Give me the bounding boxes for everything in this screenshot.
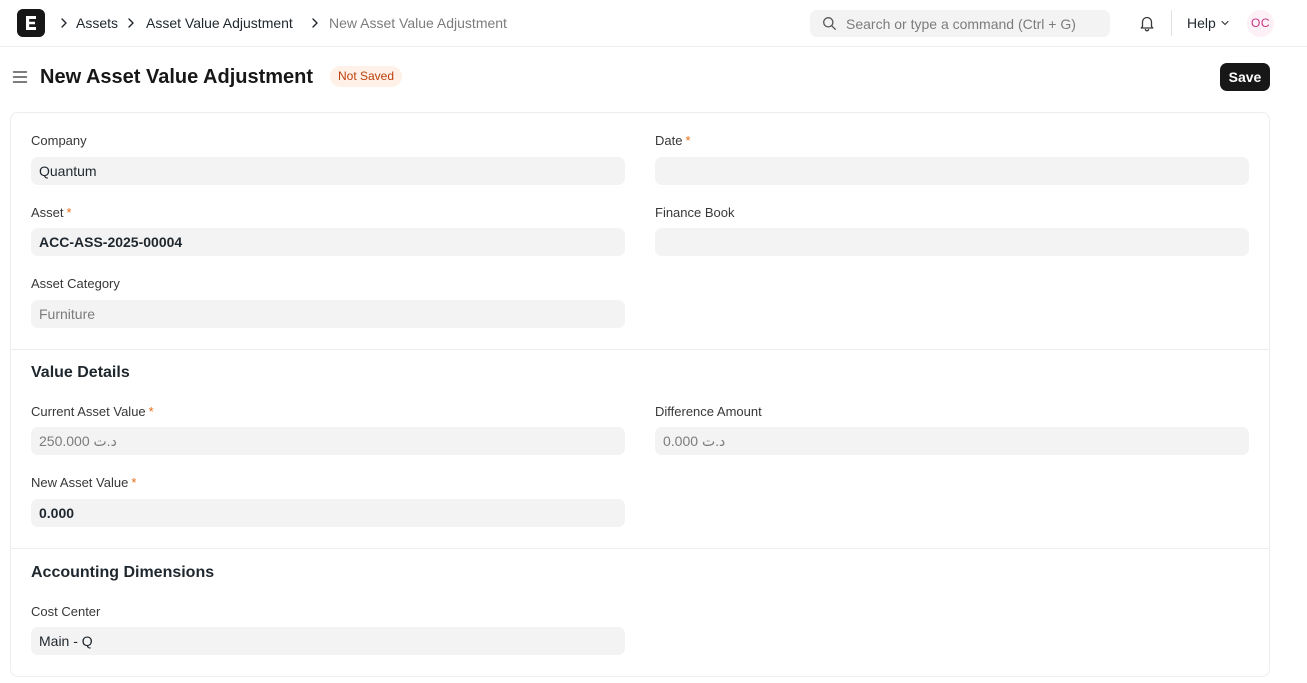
current-asset-value-label: Current Asset Value *: [31, 404, 154, 419]
section-divider: [11, 349, 1269, 350]
app-logo[interactable]: [17, 9, 45, 37]
asset-category-label: Asset Category: [31, 276, 120, 291]
top-navbar: Assets Asset Value Adjustment New Asset …: [0, 0, 1307, 47]
difference-amount-label: Difference Amount: [655, 404, 762, 419]
status-badge: Not Saved: [330, 66, 403, 87]
accounting-dimensions-heading: Accounting Dimensions: [31, 564, 215, 581]
chevron-right-icon: [312, 18, 318, 28]
navbar-divider: [1171, 10, 1172, 36]
save-button[interactable]: Save: [1220, 63, 1270, 91]
cost-center-label: Cost Center: [31, 604, 101, 619]
search-bar[interactable]: [810, 10, 1110, 37]
finance-book-field[interactable]: [655, 228, 1249, 256]
chevron-right-icon: [128, 18, 134, 28]
company-label: Company: [31, 133, 87, 148]
asset-label: Asset *: [31, 205, 72, 220]
value-details-heading: Value Details: [31, 364, 130, 381]
required-mark: *: [148, 404, 154, 419]
new-asset-value-field[interactable]: 0.000: [31, 499, 625, 527]
user-avatar[interactable]: OC: [1247, 10, 1274, 37]
form-card: Company Quantum Date * Asset * ACC-ASS-202…: [10, 112, 1270, 677]
breadcrumb-assets[interactable]: Assets: [76, 15, 118, 32]
breadcrumb-current: New Asset Value Adjustment: [329, 15, 507, 31]
required-mark: *: [66, 205, 72, 220]
breadcrumb-asset-value-adjustment[interactable]: Asset Value Adjustment: [146, 15, 293, 32]
section-divider: [11, 548, 1269, 549]
sidebar-toggle-icon[interactable]: [12, 69, 28, 85]
company-field[interactable]: Quantum: [31, 157, 625, 185]
search-input[interactable]: [846, 10, 1102, 37]
frappe-logo-icon: [26, 16, 36, 30]
bell-icon[interactable]: [1138, 14, 1156, 32]
help-menu[interactable]: Help: [1187, 15, 1216, 32]
finance-book-label: Finance Book: [655, 205, 735, 220]
page-title: New Asset Value Adjustment: [40, 66, 314, 88]
asset-field[interactable]: ACC-ASS-2025-00004: [31, 228, 625, 256]
chevron-down-icon[interactable]: [1220, 18, 1230, 28]
required-mark: *: [685, 133, 691, 148]
date-field[interactable]: [655, 157, 1249, 185]
current-asset-value-field: 250.000 د.ت: [31, 427, 625, 455]
cost-center-field[interactable]: Main - Q: [31, 627, 625, 655]
difference-amount-field: 0.000 د.ت: [655, 427, 1249, 455]
asset-category-field: Furniture: [31, 300, 625, 328]
search-icon: [823, 17, 836, 30]
new-asset-value-label: New Asset Value *: [31, 475, 137, 490]
required-mark: *: [131, 475, 137, 490]
chevron-right-icon: [61, 18, 67, 28]
date-label: Date *: [655, 133, 691, 148]
